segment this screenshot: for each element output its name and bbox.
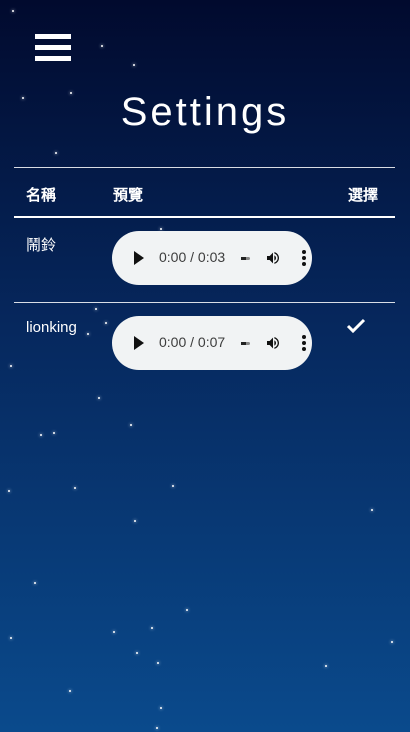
play-icon[interactable] bbox=[134, 251, 144, 265]
star bbox=[10, 637, 12, 639]
audio-player[interactable]: 0:00 / 0:07 bbox=[112, 316, 312, 370]
more-options-icon[interactable] bbox=[302, 335, 306, 351]
sound-name: 鬧鈴 bbox=[26, 237, 57, 254]
audio-time: 0:00 / 0:07 bbox=[159, 334, 226, 350]
column-header-name: 名稱 bbox=[26, 187, 57, 204]
star bbox=[186, 609, 188, 611]
page-title: Settings bbox=[120, 90, 290, 134]
star bbox=[130, 424, 132, 426]
star bbox=[40, 434, 42, 436]
volume-icon[interactable] bbox=[264, 335, 282, 351]
volume-icon[interactable] bbox=[264, 250, 282, 266]
star bbox=[133, 64, 135, 66]
table-row[interactable]: 鬧鈴 0:00 / 0:03 bbox=[14, 218, 395, 302]
table-header: 名稱 預覽 選擇 bbox=[14, 167, 395, 218]
more-options-icon[interactable] bbox=[302, 250, 306, 266]
column-header-preview: 預覽 bbox=[113, 187, 144, 204]
star bbox=[134, 520, 136, 522]
play-icon[interactable] bbox=[134, 336, 144, 350]
star bbox=[325, 665, 327, 667]
audio-player[interactable]: 0:00 / 0:03 bbox=[112, 231, 312, 285]
star bbox=[371, 509, 373, 511]
star bbox=[156, 727, 158, 729]
star bbox=[74, 487, 76, 489]
star bbox=[391, 641, 393, 643]
table-row[interactable]: lionking 0:00 / 0:07 bbox=[14, 302, 395, 387]
sound-name: lionking bbox=[26, 319, 77, 336]
star bbox=[53, 432, 55, 434]
star bbox=[136, 652, 138, 654]
star bbox=[101, 45, 103, 47]
star bbox=[160, 707, 162, 709]
selected-check-icon[interactable] bbox=[346, 317, 366, 335]
sound-table: 名稱 預覽 選擇 鬧鈴 0:00 / 0:03 lionking 0:00 / … bbox=[14, 167, 395, 387]
star bbox=[157, 662, 159, 664]
star bbox=[113, 631, 115, 633]
star bbox=[172, 485, 174, 487]
audio-progress-bar[interactable] bbox=[241, 342, 250, 345]
star bbox=[151, 627, 153, 629]
star bbox=[8, 490, 10, 492]
star bbox=[34, 582, 36, 584]
star bbox=[69, 690, 71, 692]
star bbox=[12, 10, 14, 12]
star bbox=[98, 397, 100, 399]
hamburger-menu-icon[interactable] bbox=[35, 34, 71, 66]
star bbox=[10, 365, 12, 367]
audio-time: 0:00 / 0:03 bbox=[159, 249, 226, 265]
audio-progress-bar[interactable] bbox=[241, 257, 250, 260]
column-header-select: 選擇 bbox=[348, 187, 379, 204]
star bbox=[55, 152, 57, 154]
